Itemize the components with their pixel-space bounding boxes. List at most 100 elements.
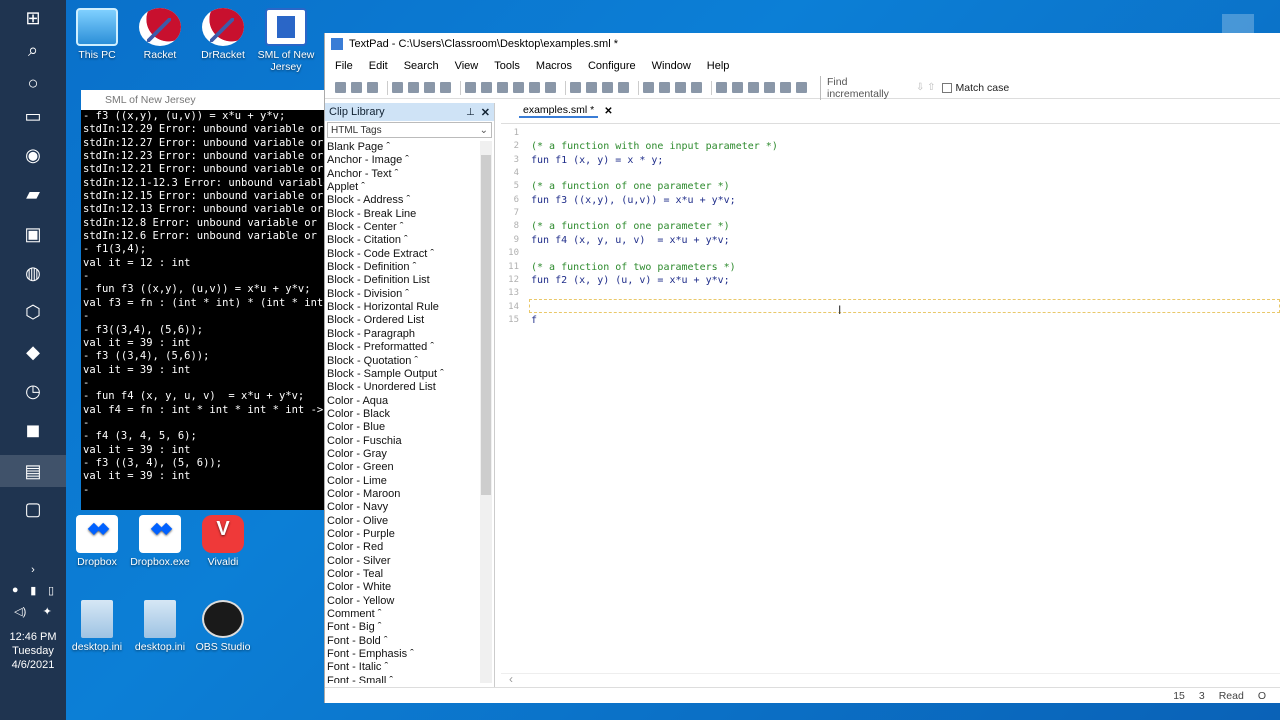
desktop-icon-dropbox[interactable]: Dropbox xyxy=(62,515,132,568)
bookmark-icon[interactable] xyxy=(780,82,791,93)
menu-tools[interactable]: Tools xyxy=(494,60,520,72)
desktop-icon-obs[interactable]: OBS Studio xyxy=(188,600,258,653)
desktop-icon-desktop-ini-1[interactable]: desktop.ini xyxy=(62,600,132,653)
volume-icon[interactable]: ◁) xyxy=(14,605,26,618)
macro-icon[interactable] xyxy=(748,82,759,93)
menu-configure[interactable]: Configure xyxy=(588,60,636,72)
clip-scroll-thumb[interactable] xyxy=(481,155,491,495)
desktop-icon-drracket[interactable]: DrRacket xyxy=(188,8,258,61)
properties-icon[interactable] xyxy=(440,82,451,93)
find-incrementally-input[interactable]: Find incrementally xyxy=(820,75,910,100)
clip-item[interactable]: Color - Maroon xyxy=(327,488,479,501)
compare-icon[interactable] xyxy=(659,82,670,93)
cut-icon[interactable] xyxy=(465,82,476,93)
clip-item[interactable]: Font - Italic ˆ xyxy=(327,661,479,674)
clip-scrollbar[interactable] xyxy=(480,141,492,683)
code-line[interactable]: fun f4 (x, y, u, v) = x*u + y*v; xyxy=(531,235,730,246)
chrome-icon[interactable]: ◍ xyxy=(17,257,49,289)
code-area[interactable]: I 1 2 (* a function with one input paramet… xyxy=(501,123,1280,687)
desktop-icon-vivaldi[interactable]: Vivaldi xyxy=(188,515,258,568)
pin-icon[interactable]: ⊥ xyxy=(466,107,475,118)
horizontal-scrollbar[interactable] xyxy=(501,672,1280,687)
clip-item[interactable]: Font - Small ˆ xyxy=(327,675,479,683)
cortana-icon[interactable]: ○ xyxy=(17,67,49,99)
clip-item[interactable]: Font - Bold ˆ xyxy=(327,635,479,648)
clip-item[interactable]: Color - Gray xyxy=(327,448,479,461)
code-line[interactable]: (* a function with one input parameter *… xyxy=(531,141,778,152)
redo-icon[interactable] xyxy=(545,82,556,93)
find-in-files-icon[interactable] xyxy=(675,82,686,93)
box-icon[interactable]: ⬡ xyxy=(17,296,49,328)
clip-item[interactable]: Color - Aqua xyxy=(327,395,479,408)
clip-item[interactable]: Anchor - Image ˆ xyxy=(327,154,479,167)
find-arrows-icon[interactable]: ⇩ ⇧ xyxy=(916,82,936,93)
menu-file[interactable]: File xyxy=(335,60,353,72)
clip-item[interactable]: Block - Address ˆ xyxy=(327,194,479,207)
clip-item[interactable]: Color - Red xyxy=(327,541,479,554)
clip-item[interactable]: Color - White xyxy=(327,581,479,594)
editor-pane[interactable]: examples.sml * ✕ I 1 2 (* a function with … xyxy=(501,103,1280,687)
app-window-icon[interactable]: ▢ xyxy=(17,493,49,525)
menu-help[interactable]: Help xyxy=(707,60,730,72)
clip-item[interactable]: Color - Fuschia xyxy=(327,435,479,448)
code-line[interactable]: fun f2 (x, y) (u, v) = x*u + y*v; xyxy=(531,275,730,286)
save-icon[interactable] xyxy=(367,82,378,93)
code-line[interactable]: (* a function of one parameter *) xyxy=(531,221,730,232)
clip-item[interactable]: Color - Navy xyxy=(327,501,479,514)
windows-icon[interactable]: ⊞ xyxy=(17,2,49,34)
desktop-icon-sml[interactable]: SML of New Jersey xyxy=(251,8,321,73)
code-line[interactable]: (* a function of two parameters *) xyxy=(531,262,736,273)
undo-icon[interactable] xyxy=(529,82,540,93)
clip-item[interactable]: Applet ˆ xyxy=(327,181,479,194)
app-icon[interactable]: ▣ xyxy=(17,218,49,250)
desktop-icon-racket[interactable]: Racket xyxy=(125,8,195,61)
clip-item[interactable]: Block - Code Extract ˆ xyxy=(327,248,479,261)
clip-item[interactable]: Color - Lime xyxy=(327,475,479,488)
clip-item[interactable]: Comment ˆ xyxy=(327,608,479,621)
clip-item[interactable]: Block - Horizontal Rule xyxy=(327,301,479,314)
code-line[interactable]: fun f3 ((x,y), (u,v)) = x*u + y*v; xyxy=(531,195,736,206)
clip-item[interactable]: Block - Definition ˆ xyxy=(327,261,479,274)
pilcrow-icon[interactable] xyxy=(618,82,629,93)
menu-macros[interactable]: Macros xyxy=(536,60,572,72)
clip-item[interactable]: Block - Definition List xyxy=(327,274,479,287)
search-icon[interactable]: ⌕ xyxy=(17,34,49,66)
clip-item[interactable]: Block - Citation ˆ xyxy=(327,234,479,247)
desktop-icon-desktop-ini-2[interactable]: desktop.ini xyxy=(125,600,195,653)
next-icon[interactable] xyxy=(796,82,807,93)
file-explorer-icon[interactable]: ▰ xyxy=(17,178,49,210)
edge-icon[interactable]: ◉ xyxy=(17,139,49,171)
open-file-icon[interactable] xyxy=(351,82,362,93)
textpad-titlebar[interactable]: TextPad - C:\Users\Classroom\Desktop\exa… xyxy=(325,33,1280,55)
clock-app-icon[interactable]: ◷ xyxy=(17,375,49,407)
clip-item[interactable]: Color - Blue xyxy=(327,421,479,434)
chevron-up-icon[interactable]: › xyxy=(31,564,35,576)
binoculars-icon[interactable] xyxy=(716,82,727,93)
sml-console-output[interactable]: - f3 ((x,y), (u,v)) = x*u + y*v; stdIn:12… xyxy=(83,110,327,510)
clip-category-select[interactable]: HTML Tags ⌄ xyxy=(327,122,492,138)
outdent-icon[interactable] xyxy=(586,82,597,93)
tools-icon[interactable] xyxy=(691,82,702,93)
clip-item[interactable]: Font - Big ˆ xyxy=(327,621,479,634)
clip-item[interactable]: Color - Purple xyxy=(327,528,479,541)
clip-item[interactable]: Block - Ordered List xyxy=(327,314,479,327)
restore-icon[interactable] xyxy=(1222,14,1254,34)
indent-icon[interactable] xyxy=(570,82,581,93)
code-line[interactable]: fun f1 (x, y) = x * y; xyxy=(531,155,663,166)
clip-item[interactable]: Color - Green xyxy=(327,461,479,474)
record-icon[interactable] xyxy=(764,82,775,93)
clip-item[interactable]: Block - Center ˆ xyxy=(327,221,479,234)
match-case-checkbox[interactable] xyxy=(941,82,952,93)
copy-icon[interactable] xyxy=(481,82,492,93)
clip-item[interactable]: Block - Unordered List xyxy=(327,381,479,394)
find-incrementally-box[interactable]: Find incrementally ⇩ ⇧ Match case xyxy=(820,75,1009,100)
clip-item[interactable]: Color - Yellow xyxy=(327,595,479,608)
clip-item[interactable]: Font - Emphasis ˆ xyxy=(327,648,479,661)
clip-item[interactable]: Color - Olive xyxy=(327,515,479,528)
run-icon[interactable] xyxy=(643,82,654,93)
clip-item[interactable]: Block - Quotation ˆ xyxy=(327,355,479,368)
network-icon[interactable]: ▯ xyxy=(48,584,54,597)
clip-item[interactable]: Block - Sample Output ˆ xyxy=(327,368,479,381)
tab-examples-sml[interactable]: examples.sml * xyxy=(519,104,599,118)
sml-console-window[interactable]: SML of New Jersey - f3 ((x,y), (u,v)) = … xyxy=(81,90,327,510)
